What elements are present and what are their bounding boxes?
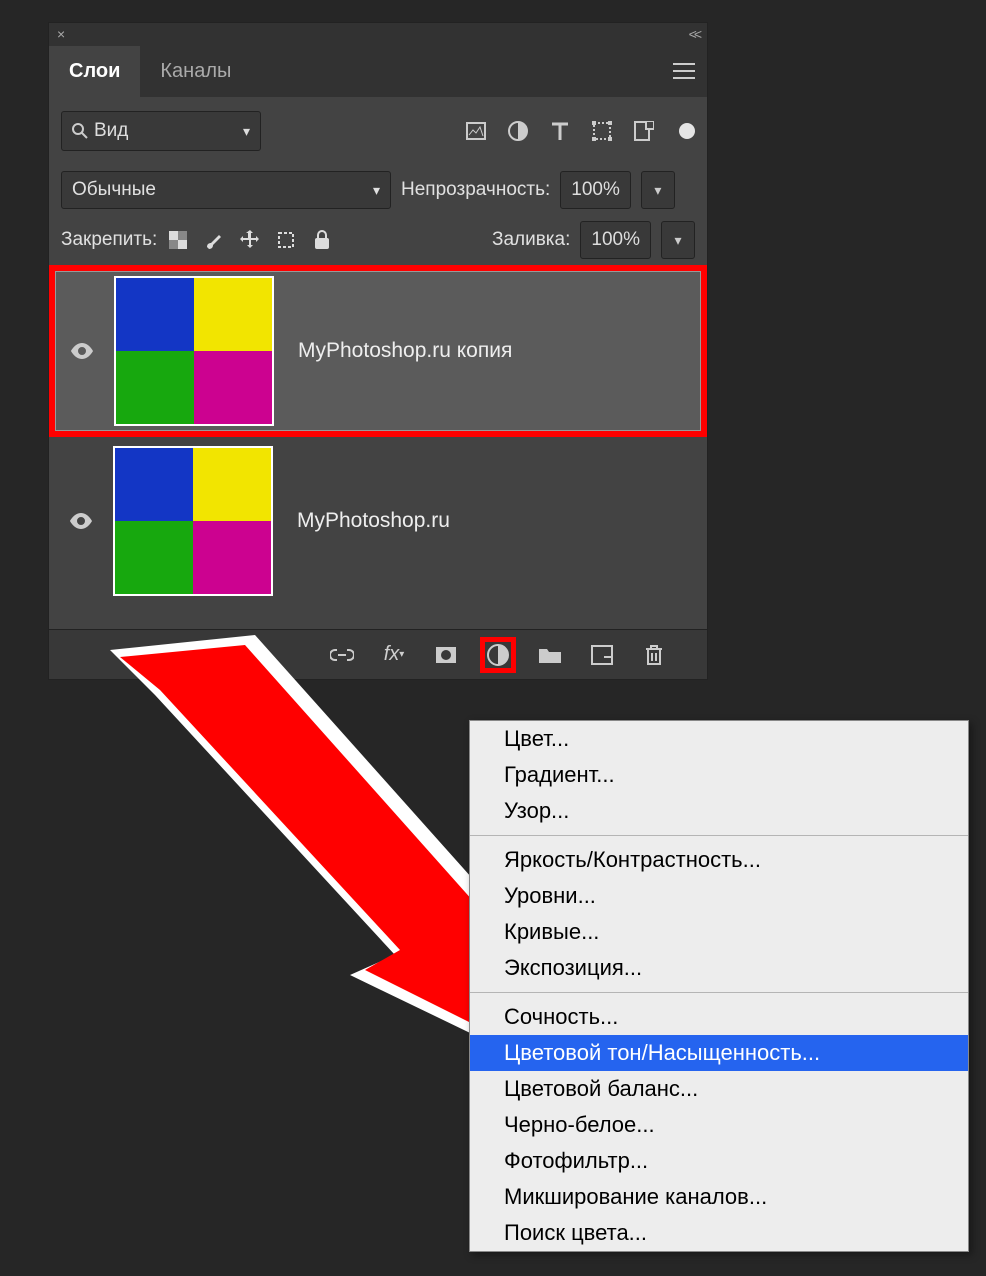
tab-channels[interactable]: Каналы bbox=[140, 46, 251, 97]
chevron-down-icon: ▾ bbox=[243, 123, 250, 140]
menu-item[interactable]: Цветовой баланс... bbox=[470, 1071, 968, 1107]
visibility-eye-icon[interactable] bbox=[60, 343, 104, 359]
layers-list: MyPhotoshop.ru копия MyPhotoshop.ru bbox=[49, 265, 707, 629]
lock-brush-icon[interactable] bbox=[203, 229, 225, 251]
filter-type-dropdown[interactable]: Вид ▾ bbox=[61, 111, 261, 151]
opacity-value[interactable]: 100% bbox=[560, 171, 631, 209]
collapse-chevrons-icon[interactable]: << bbox=[689, 26, 699, 42]
menu-item[interactable]: Уровни... bbox=[470, 878, 968, 914]
opacity-slider-toggle[interactable]: ▾ bbox=[641, 171, 675, 209]
adjustment-layer-menu: Цвет...Градиент...Узор... Яркость/Контрас… bbox=[469, 720, 969, 1252]
close-icon[interactable]: × bbox=[57, 26, 65, 42]
filter-type-icon[interactable] bbox=[549, 120, 571, 142]
chevron-down-icon: ▾ bbox=[373, 182, 380, 199]
menu-item[interactable]: Черно-белое... bbox=[470, 1107, 968, 1143]
layer-filter-row: Вид ▾ bbox=[49, 97, 707, 165]
filter-toggle[interactable] bbox=[679, 123, 695, 139]
menu-item[interactable]: Градиент... bbox=[470, 757, 968, 793]
blend-opacity-row: Обычные ▾ Непрозрачность: 100% ▾ bbox=[49, 165, 707, 215]
lock-all-icon[interactable] bbox=[311, 229, 333, 251]
blend-mode-label: Обычные bbox=[72, 179, 156, 201]
filter-type-label: Вид bbox=[94, 120, 128, 142]
blend-mode-dropdown[interactable]: Обычные ▾ bbox=[61, 171, 391, 209]
lock-move-icon[interactable] bbox=[239, 229, 261, 251]
fx-icon[interactable]: fx▾ bbox=[381, 642, 407, 668]
delete-layer-icon[interactable] bbox=[641, 642, 667, 668]
tab-layers[interactable]: Слои bbox=[49, 46, 140, 97]
lock-label: Закрепить: bbox=[61, 229, 157, 251]
new-group-icon[interactable] bbox=[537, 642, 563, 668]
visibility-eye-icon[interactable] bbox=[59, 513, 103, 529]
fill-label: Заливка: bbox=[492, 229, 570, 251]
annotation-arrow bbox=[95, 635, 505, 1055]
add-mask-icon[interactable] bbox=[433, 642, 459, 668]
menu-item[interactable]: Узор... bbox=[470, 793, 968, 829]
menu-item[interactable]: Поиск цвета... bbox=[470, 1215, 968, 1251]
layer-thumbnail[interactable] bbox=[113, 446, 273, 596]
panel-titlebar: × << bbox=[49, 23, 707, 45]
fill-slider-toggle[interactable]: ▾ bbox=[661, 221, 695, 259]
layer-name[interactable]: MyPhotoshop.ru bbox=[297, 509, 450, 533]
menu-item[interactable]: Цветовой тон/Насыщенность... bbox=[470, 1035, 968, 1071]
link-layers-icon[interactable] bbox=[329, 642, 355, 668]
new-adjustment-layer-icon[interactable] bbox=[485, 642, 511, 668]
layer-name[interactable]: MyPhotoshop.ru копия bbox=[298, 339, 512, 363]
menu-item[interactable]: Фотофильтр... bbox=[470, 1143, 968, 1179]
lock-transparency-icon[interactable] bbox=[167, 229, 189, 251]
layers-panel: × << Слои Каналы Вид ▾ Обычные bbox=[48, 22, 708, 680]
search-icon bbox=[72, 123, 88, 139]
menu-item[interactable]: Яркость/Контрастность... bbox=[470, 842, 968, 878]
lock-artboard-icon[interactable] bbox=[275, 229, 297, 251]
menu-item[interactable]: Экспозиция... bbox=[470, 950, 968, 986]
filter-adjustment-icon[interactable] bbox=[507, 120, 529, 142]
filter-pixel-icon[interactable] bbox=[465, 120, 487, 142]
layer-panel-bottom-bar: fx▾ bbox=[49, 629, 707, 679]
menu-item[interactable]: Микширование каналов... bbox=[470, 1179, 968, 1215]
lock-fill-row: Закрепить: Заливка: 100% ▾ bbox=[49, 215, 707, 265]
filter-shape-icon[interactable] bbox=[591, 120, 613, 142]
panel-menu-icon[interactable] bbox=[673, 63, 695, 79]
filter-smartobject-icon[interactable] bbox=[633, 120, 655, 142]
layer-row[interactable]: MyPhotoshop.ru bbox=[55, 441, 701, 601]
fill-value[interactable]: 100% bbox=[580, 221, 651, 259]
menu-item[interactable]: Сочность... bbox=[470, 999, 968, 1035]
layer-thumbnail[interactable] bbox=[114, 276, 274, 426]
new-layer-icon[interactable] bbox=[589, 642, 615, 668]
tab-row: Слои Каналы bbox=[49, 45, 707, 97]
opacity-label: Непрозрачность: bbox=[401, 179, 550, 201]
menu-item[interactable]: Кривые... bbox=[470, 914, 968, 950]
layer-row[interactable]: MyPhotoshop.ru копия bbox=[55, 271, 701, 431]
menu-item[interactable]: Цвет... bbox=[470, 721, 968, 757]
